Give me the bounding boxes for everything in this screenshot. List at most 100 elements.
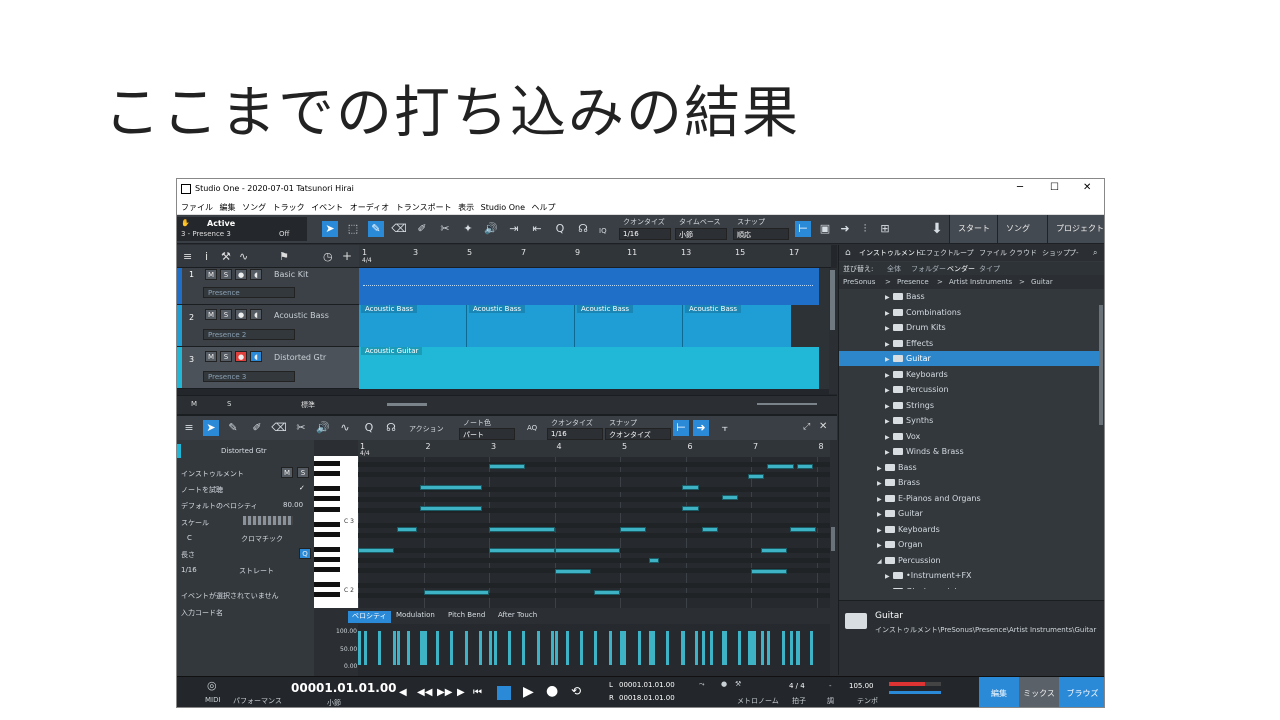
fast-rewind-icon[interactable]: ◀◀ (417, 687, 432, 698)
crumb[interactable]: PreSonus (843, 278, 875, 286)
mute-tool-icon[interactable]: ✂ (293, 420, 309, 436)
black-key[interactable] (314, 567, 340, 573)
browser-item[interactable]: ▶ Drum Kits (839, 320, 1099, 335)
audio-tool-icon[interactable]: ☊ (575, 221, 591, 237)
key-select[interactable]: C (187, 534, 192, 542)
velocity-bar[interactable] (709, 631, 713, 665)
collapsed-arrow-icon[interactable]: ▶ (885, 352, 893, 367)
velocity-bar[interactable] (479, 631, 483, 665)
drum-clip[interactable] (359, 268, 819, 305)
track-distorted-gtr[interactable]: 3 M S ● ◖ Distorted Gtr Presence 3 (177, 347, 359, 389)
menu-icon[interactable]: ≡ (183, 250, 192, 263)
velocity-bar[interactable] (493, 631, 497, 665)
midi-note[interactable] (767, 463, 794, 469)
velocity-bar[interactable] (701, 631, 705, 665)
midi-note[interactable] (721, 495, 738, 500)
solo-button[interactable]: S (220, 309, 232, 320)
browser-item[interactable]: ▶ Percussion (839, 382, 1099, 397)
menu-audio[interactable]: オーディオ (350, 202, 389, 213)
velocity-bar[interactable] (810, 631, 814, 665)
mute-button[interactable]: M (205, 309, 217, 320)
track-acoustic-bass[interactable]: 2 M S ● ◖ Acoustic Bass Presence 2 (177, 305, 359, 347)
arrow-tool-icon[interactable]: ➤ (322, 221, 338, 237)
sort-folder[interactable]: フォルダー (911, 264, 946, 274)
solo-button[interactable]: S (220, 351, 232, 362)
scale-select[interactable]: クロマチック (241, 534, 283, 544)
arrange-scrollbar[interactable] (829, 268, 837, 394)
bass-clip[interactable]: Acoustic Bass (467, 305, 575, 347)
monitor-button[interactable]: ◖ (250, 309, 262, 320)
collapsed-arrow-icon[interactable]: ▶ (885, 368, 893, 383)
rewind-icon[interactable]: ◀ (399, 687, 407, 698)
timebase-select[interactable]: 小節 (675, 228, 727, 240)
collapsed-arrow-icon[interactable]: ▶ (885, 445, 893, 460)
zoom-slider[interactable] (757, 403, 817, 405)
velocity-bar[interactable] (623, 631, 627, 665)
midi-note[interactable] (751, 568, 788, 574)
collapsed-arrow-icon[interactable]: ▶ (885, 569, 893, 584)
paint-tool-icon[interactable]: ✎ (225, 420, 241, 436)
midi-note[interactable] (358, 547, 395, 553)
midi-note[interactable] (420, 505, 483, 511)
browser-item[interactable]: ▶ Winds & Brass (839, 444, 1099, 459)
midi-note[interactable] (747, 474, 765, 479)
maximize-button[interactable]: ☐ (1050, 182, 1059, 193)
track-basic-kit[interactable]: 1 M S ● ◖ Basic Kit Presence (177, 268, 359, 305)
midi-note[interactable] (790, 526, 817, 532)
global-mute[interactable]: M (191, 400, 197, 408)
black-key[interactable] (314, 471, 340, 477)
guitar-clip[interactable]: Acoustic Guitar (359, 347, 819, 389)
fast-forward-icon[interactable]: ▶▶ (437, 687, 452, 698)
collapsed-arrow-icon[interactable]: ▶ (885, 430, 893, 445)
preset-label[interactable]: 3 - Presence 3 (181, 230, 231, 238)
minimize-button[interactable]: ─ (1017, 182, 1023, 193)
velocity-bar[interactable] (680, 631, 684, 665)
edit-button[interactable]: 編集 (979, 677, 1019, 707)
tab-cloud[interactable]: クラウド (1009, 248, 1037, 258)
collapsed-arrow-icon[interactable]: ▶ (885, 414, 893, 429)
track-instrument[interactable]: Presence (203, 287, 295, 298)
song-button[interactable]: ソング (997, 215, 1047, 243)
scroll-thumb[interactable] (830, 270, 835, 330)
snap-toggle-icon[interactable]: ⊢ (795, 221, 811, 237)
zoom-tool-icon[interactable]: Q (361, 420, 377, 436)
velocity-bar[interactable] (436, 631, 439, 665)
range-tool-icon[interactable]: ⬚ (345, 221, 361, 237)
time-display[interactable]: 00001.01.01.00 (291, 681, 397, 695)
menu-icon[interactable]: ≡ (181, 420, 197, 436)
tab-files[interactable]: ファイル (979, 248, 1007, 258)
velocity-bar[interactable] (637, 631, 641, 665)
tab-pitch-bend[interactable]: Pitch Bend (444, 611, 489, 623)
tab-shop[interactable]: ショップ (1042, 248, 1070, 258)
browser-item[interactable]: ▶ Brass (839, 475, 1099, 490)
midi-note[interactable] (489, 463, 526, 469)
time-signature[interactable]: 4 / 4 (789, 682, 805, 690)
crumb[interactable]: Presence (897, 278, 929, 286)
velocity-bar[interactable] (407, 631, 411, 665)
browser-scroll-thumb[interactable] (1099, 305, 1103, 425)
browser-item[interactable]: ▶ •Instrument+FX (839, 568, 1099, 583)
crumb[interactable]: Guitar (1031, 278, 1053, 286)
step-record-icon[interactable]: ⫟ (717, 420, 733, 436)
loop-icon[interactable]: ⟲ (571, 684, 581, 698)
browser-item[interactable]: ▶ Synths (839, 413, 1099, 428)
black-key[interactable] (314, 582, 340, 588)
monitor-button[interactable]: ◖ (250, 269, 262, 280)
velocity-bar[interactable] (364, 631, 367, 665)
collapsed-arrow-icon[interactable]: ▶ (885, 321, 893, 336)
track-instrument[interactable]: Presence 2 (203, 329, 295, 340)
play-icon[interactable]: ▶ (523, 684, 534, 700)
velocity-bar[interactable] (397, 631, 401, 665)
precount-icon[interactable]: ⤳ (699, 680, 705, 689)
zoom-tool-icon[interactable]: Q (552, 221, 568, 237)
midi-note[interactable] (593, 589, 620, 595)
paint-tool-icon[interactable]: ✎ (368, 221, 384, 237)
autoscroll-icon[interactable]: ➜ (837, 221, 853, 237)
velocity-bar[interactable] (738, 631, 742, 665)
black-key[interactable] (314, 521, 340, 527)
velocity-bar[interactable] (554, 631, 558, 665)
volume-slider[interactable] (889, 691, 941, 694)
editor-ruler[interactable]: 1 2 3 4 5 6 7 8 4/4 (358, 440, 830, 457)
browser-item[interactable]: ▶ Bass (839, 460, 1099, 475)
eraser-tool-icon[interactable]: ⌫ (271, 420, 287, 436)
